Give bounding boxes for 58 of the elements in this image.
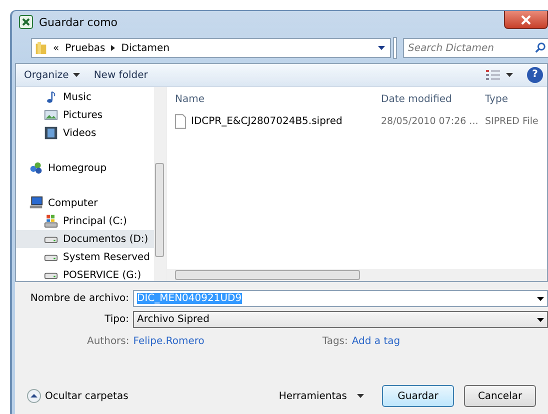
scrollbar[interactable] bbox=[154, 87, 166, 281]
sidebar-item[interactable]: Pictures bbox=[16, 106, 154, 124]
overflow-chevron[interactable]: « bbox=[53, 42, 60, 54]
hide-folders-button[interactable]: Ocultar carpetas bbox=[27, 389, 128, 403]
scrollbar[interactable] bbox=[167, 269, 547, 281]
help-button[interactable]: ? bbox=[527, 67, 543, 83]
dialog-button[interactable]: Guardar bbox=[382, 385, 454, 407]
type-dropdown[interactable]: Archivo Sipred bbox=[133, 311, 548, 328]
caret-icon[interactable] bbox=[537, 296, 544, 300]
caret-icon[interactable] bbox=[72, 73, 80, 77]
dialog-button[interactable]: Cancelar bbox=[464, 385, 536, 407]
add-tag-link[interactable]: Add a tag bbox=[352, 336, 400, 346]
type-cell-text: SIPRED File bbox=[485, 116, 540, 126]
tags-label: Tags: bbox=[322, 336, 348, 346]
music-note-icon bbox=[44, 90, 58, 104]
sidebar-item[interactable]: Music bbox=[16, 88, 154, 106]
picture-icon bbox=[44, 108, 58, 122]
tools-menu[interactable]: Herramientas bbox=[278, 390, 364, 402]
sidebar-item[interactable]: POSERVICE (G:) bbox=[16, 266, 154, 281]
caret-icon[interactable] bbox=[506, 73, 513, 77]
authors-link[interactable]: Felipe.Romero bbox=[133, 336, 204, 346]
film-icon bbox=[44, 126, 58, 140]
caret-icon[interactable] bbox=[357, 394, 364, 398]
system-drive-icon bbox=[44, 214, 58, 228]
spreadsheet-icon bbox=[19, 15, 33, 29]
close-button[interactable] bbox=[504, 11, 548, 29]
homegroup-icon bbox=[29, 161, 43, 175]
toolbar-button[interactable]: Organize bbox=[24, 70, 80, 80]
authors-label: Authors: bbox=[87, 336, 130, 346]
toolbar-button[interactable]: New folder bbox=[94, 70, 148, 80]
search-icon[interactable] bbox=[535, 42, 546, 53]
date-cell-text: 28/05/2010 07:26 ... bbox=[381, 116, 480, 126]
column-header[interactable]: Name bbox=[167, 94, 381, 104]
collapse-icon[interactable] bbox=[27, 389, 41, 403]
address-bar[interactable]: « Pruebas Dictamen bbox=[31, 38, 391, 58]
file-icon bbox=[175, 114, 186, 128]
search-field[interactable]: Search Dictamen bbox=[403, 38, 548, 58]
column-header[interactable]: Date modified bbox=[381, 94, 485, 104]
folder-icon bbox=[35, 41, 47, 55]
sidebar-item[interactable]: Videos bbox=[16, 124, 154, 142]
file-name[interactable]: IDCPR_E&CJ2807024B5.sipred bbox=[191, 116, 342, 126]
sidebar-item[interactable]: System Reserved bbox=[16, 248, 154, 266]
column-header[interactable]: Type bbox=[485, 94, 547, 104]
breadcrumb[interactable]: Pruebas bbox=[65, 42, 106, 54]
window-title: Guardar como bbox=[39, 16, 118, 28]
breadcrumb[interactable]: Dictamen bbox=[121, 42, 170, 54]
caret-icon[interactable] bbox=[378, 46, 385, 50]
sidebar-item[interactable]: Computer bbox=[16, 194, 154, 212]
sidebar-item[interactable]: Homegroup bbox=[16, 159, 154, 177]
sidebar-item[interactable]: Documentos (D:) bbox=[16, 230, 154, 248]
computer-icon bbox=[29, 196, 43, 210]
view-options-icon[interactable] bbox=[486, 70, 500, 80]
close-icon[interactable] bbox=[521, 14, 531, 24]
field-label: Nombre de archivo: bbox=[29, 293, 130, 304]
sidebar-item[interactable]: Principal (C:) bbox=[16, 212, 154, 230]
chevron-icon[interactable] bbox=[111, 45, 116, 51]
field-label: Tipo: bbox=[104, 314, 130, 325]
caret-icon[interactable] bbox=[537, 318, 544, 322]
